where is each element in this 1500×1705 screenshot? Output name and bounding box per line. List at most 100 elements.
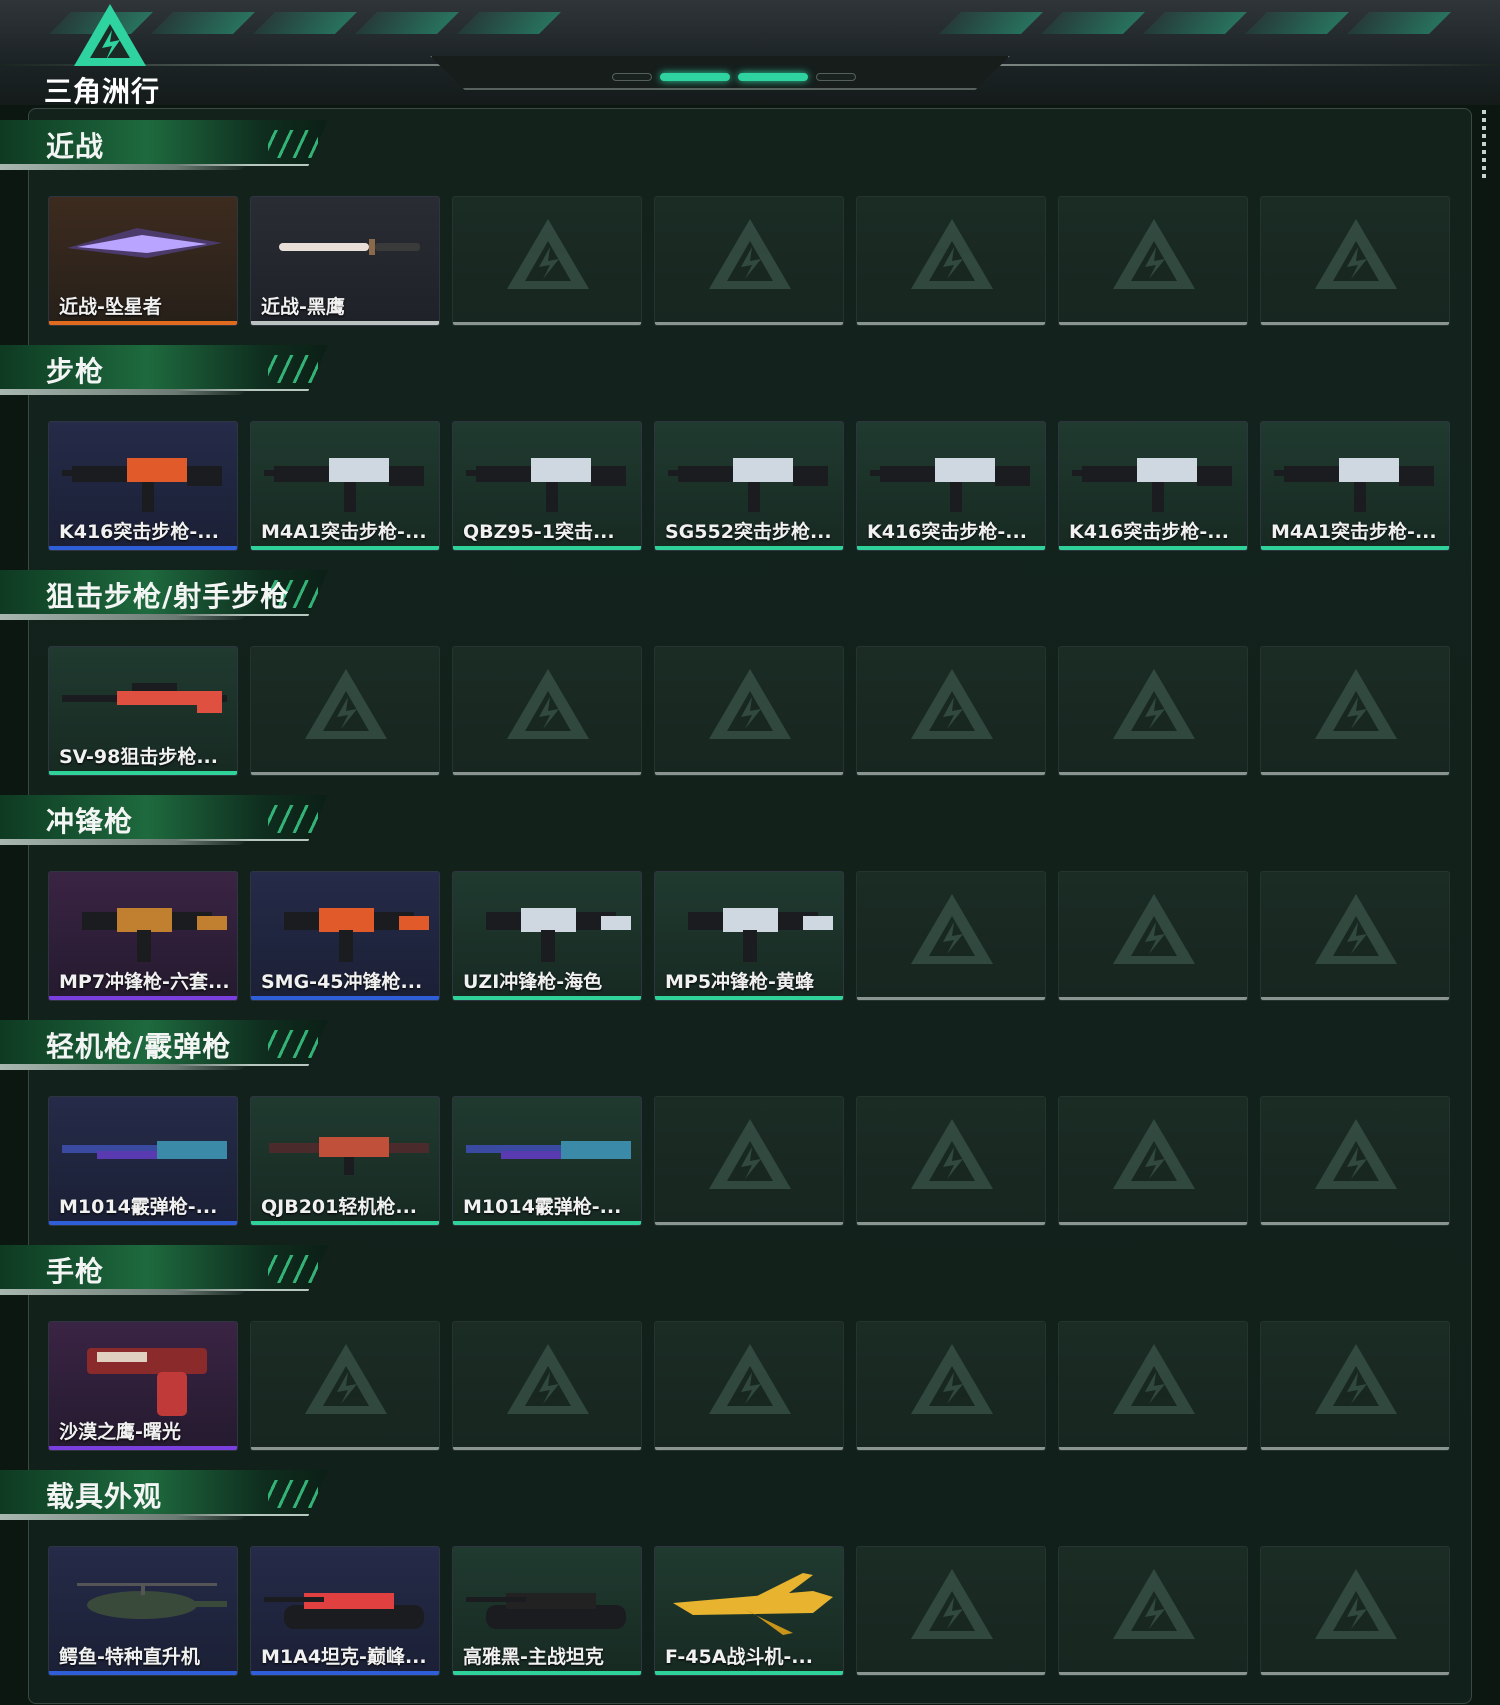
scrollbar[interactable] bbox=[1482, 110, 1486, 180]
empty-slot bbox=[1260, 871, 1450, 1001]
rarity-bar bbox=[49, 1671, 237, 1675]
rarity-bar bbox=[453, 996, 641, 1000]
rarity-bar bbox=[1059, 546, 1247, 550]
pistol-icon bbox=[87, 1348, 207, 1416]
delta-watermark-icon bbox=[305, 669, 387, 739]
smg-icon bbox=[486, 908, 631, 962]
skin-card[interactable]: MP5冲锋枪-黄蜂 bbox=[654, 871, 844, 1001]
skin-card[interactable]: K416突击步枪-... bbox=[1058, 421, 1248, 551]
rifle-icon bbox=[870, 458, 1030, 512]
item-grid: K416突击步枪-... M4A1突击步枪-... QBZ95-1突击... S… bbox=[48, 421, 1452, 551]
empty-slot bbox=[1058, 646, 1248, 776]
slot-bar bbox=[251, 1447, 439, 1450]
page-dot[interactable] bbox=[612, 73, 652, 81]
rarity-bar bbox=[251, 1221, 439, 1225]
empty-slot bbox=[250, 1321, 440, 1451]
skin-card[interactable]: SG552突击步枪... bbox=[654, 421, 844, 551]
skin-card[interactable]: MP7冲锋枪-六套... bbox=[48, 871, 238, 1001]
empty-slot bbox=[1260, 1096, 1450, 1226]
skin-name: 近战-黑鹰 bbox=[261, 296, 345, 318]
slot-bar bbox=[1059, 1222, 1247, 1225]
rarity-bar bbox=[655, 546, 843, 550]
delta-watermark-icon bbox=[507, 219, 589, 289]
skin-card[interactable]: K416突击步枪-... bbox=[48, 421, 238, 551]
skin-card[interactable]: 沙漠之鹰-曙光 bbox=[48, 1321, 238, 1451]
skin-card[interactable]: F-45A战斗机-... bbox=[654, 1546, 844, 1676]
slot-bar bbox=[1261, 1222, 1449, 1225]
empty-slot bbox=[250, 646, 440, 776]
banner-hash-marks bbox=[268, 355, 318, 383]
item-grid: 鳄鱼-特种直升机 M1A4坦克-巅峰... 高雅黑-主战坦克 F-45A战斗机-… bbox=[48, 1546, 1452, 1676]
delta-watermark-icon bbox=[1113, 894, 1195, 964]
delta-watermark-icon bbox=[1113, 1569, 1195, 1639]
banner-hash-marks bbox=[268, 130, 318, 158]
skin-name: SMG-45冲锋枪... bbox=[261, 971, 423, 993]
empty-slot bbox=[1260, 1546, 1450, 1676]
skin-card[interactable]: QJB201轻机枪... bbox=[250, 1096, 440, 1226]
skin-card[interactable]: SV-98狙击步枪... bbox=[48, 646, 238, 776]
skin-name: K416突击步枪-... bbox=[59, 521, 219, 543]
empty-slot bbox=[856, 1546, 1046, 1676]
rarity-bar bbox=[453, 1221, 641, 1225]
slot-bar bbox=[655, 1222, 843, 1225]
empty-slot bbox=[1058, 871, 1248, 1001]
banner-hash-marks bbox=[268, 1030, 318, 1058]
section-title: 狙击步枪/射手步枪 bbox=[46, 580, 290, 613]
slot-bar bbox=[857, 772, 1045, 775]
skin-name: SG552突击步枪... bbox=[665, 521, 832, 543]
empty-slot bbox=[452, 1321, 642, 1451]
game-logo: 三角洲行动 bbox=[44, 0, 184, 105]
skin-card[interactable]: 高雅黑-主战坦克 bbox=[452, 1546, 642, 1676]
delta-watermark-icon bbox=[911, 1569, 993, 1639]
section-title: 手枪 bbox=[46, 1255, 105, 1288]
empty-slot bbox=[654, 646, 844, 776]
skin-card[interactable]: M1014霰弹枪-... bbox=[48, 1096, 238, 1226]
skin-name: M1014霰弹枪-... bbox=[59, 1196, 218, 1218]
empty-slot bbox=[856, 1096, 1046, 1226]
skin-name: 沙漠之鹰-曙光 bbox=[59, 1421, 181, 1443]
skin-name: UZI冲锋枪-海色 bbox=[463, 971, 603, 993]
sniper-icon bbox=[62, 683, 227, 713]
skin-card[interactable]: 鳄鱼-特种直升机 bbox=[48, 1546, 238, 1676]
slot-bar bbox=[1261, 322, 1449, 325]
skin-name: MP7冲锋枪-六套... bbox=[59, 971, 230, 993]
skin-card[interactable]: 近战-黑鹰 bbox=[250, 196, 440, 326]
skin-name: K416突击步枪-... bbox=[867, 521, 1027, 543]
page-indicator bbox=[612, 73, 856, 81]
empty-slot bbox=[856, 196, 1046, 326]
skin-card[interactable]: 近战-坠星者 bbox=[48, 196, 238, 326]
delta-watermark-icon bbox=[507, 1344, 589, 1414]
page-dot[interactable] bbox=[816, 73, 856, 81]
skin-card[interactable]: M1A4坦克-巅峰... bbox=[250, 1546, 440, 1676]
rarity-bar bbox=[251, 321, 439, 325]
section-banner: 近战 bbox=[0, 120, 330, 172]
skin-card[interactable]: K416突击步枪-... bbox=[856, 421, 1046, 551]
item-grid: SV-98狙击步枪... bbox=[48, 646, 1452, 776]
slot-bar bbox=[1261, 772, 1449, 775]
skin-card[interactable]: UZI冲锋枪-海色 bbox=[452, 871, 642, 1001]
page-dot-active[interactable] bbox=[660, 73, 730, 81]
section-banner: 载具外观 bbox=[0, 1470, 330, 1522]
empty-slot bbox=[856, 646, 1046, 776]
skin-card[interactable]: SMG-45冲锋枪... bbox=[250, 871, 440, 1001]
item-grid: M1014霰弹枪-... QJB201轻机枪... M1014霰弹枪-... bbox=[48, 1096, 1452, 1226]
section-banner: 手枪 bbox=[0, 1245, 330, 1297]
rarity-bar bbox=[49, 771, 237, 775]
slot-bar bbox=[655, 322, 843, 325]
skin-card[interactable]: M4A1突击步枪-... bbox=[250, 421, 440, 551]
skin-card[interactable]: M1014霰弹枪-... bbox=[452, 1096, 642, 1226]
delta-watermark-icon bbox=[1113, 669, 1195, 739]
skin-card[interactable]: QBZ95-1突击... bbox=[452, 421, 642, 551]
rarity-bar bbox=[49, 996, 237, 1000]
skin-card[interactable]: M4A1突击步枪-... bbox=[1260, 421, 1450, 551]
empty-slot bbox=[1058, 1096, 1248, 1226]
page-dot-active[interactable] bbox=[738, 73, 808, 81]
skin-name: MP5冲锋枪-黄蜂 bbox=[665, 971, 814, 993]
header-stripes-right bbox=[939, 12, 1451, 56]
slot-bar bbox=[857, 1447, 1045, 1450]
skin-name: K416突击步枪-... bbox=[1069, 521, 1229, 543]
slot-bar bbox=[857, 997, 1045, 1000]
slot-bar bbox=[655, 1447, 843, 1450]
smg-icon bbox=[284, 908, 429, 962]
rifle-icon bbox=[466, 458, 626, 512]
